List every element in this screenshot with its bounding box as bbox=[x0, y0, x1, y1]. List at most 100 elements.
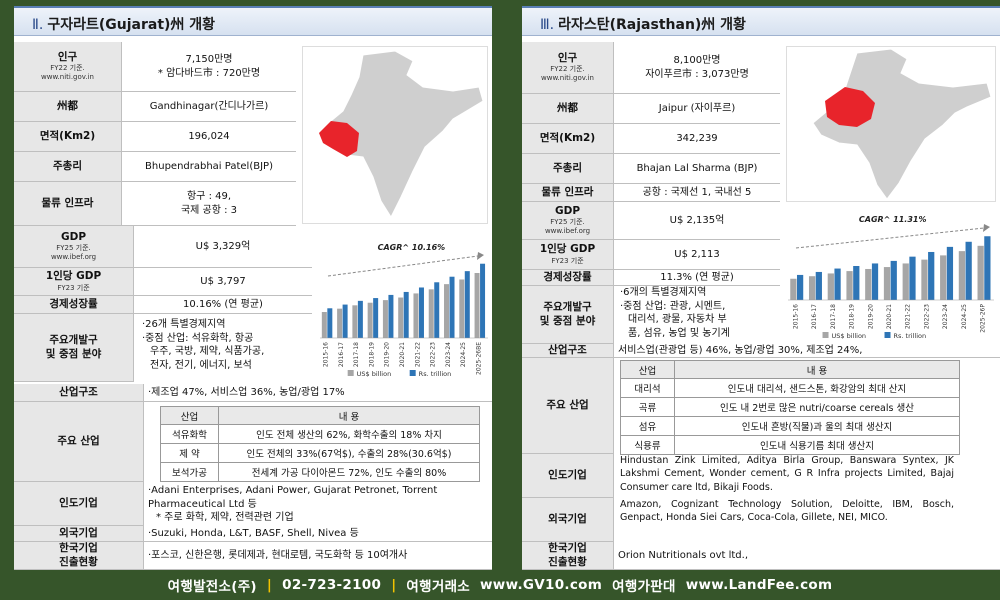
chart-tick-label: 2020-21 bbox=[399, 342, 406, 367]
structure-label: 산업구조 bbox=[522, 344, 614, 358]
chart-bar bbox=[373, 298, 379, 338]
chart-bar bbox=[984, 236, 991, 300]
chart-tick-label: 2022-23 bbox=[430, 342, 437, 367]
chart-bar bbox=[827, 273, 834, 300]
chart-bar bbox=[449, 276, 455, 338]
zones-label: 주요개발구 및 중점 분야 bbox=[14, 314, 134, 382]
chart-tick-label: 2023-24 bbox=[942, 304, 949, 329]
capital-value: Jaipur (자이푸르) bbox=[614, 94, 780, 124]
chart-tick-label: 2024-25 bbox=[961, 304, 968, 329]
chart-bar bbox=[459, 279, 465, 338]
capital-value: Gandhinagar(간디나가르) bbox=[122, 92, 296, 122]
industry-label: 주요 산업 bbox=[14, 402, 144, 482]
table-row: 대리석 인도내 대리석, 샌드스톤, 화강암의 최대 산지 bbox=[620, 378, 960, 398]
chart-tick-label: 2015-16 bbox=[323, 342, 330, 367]
structure-label: 산업구조 bbox=[14, 384, 144, 402]
chart-tick-label: 2019-20 bbox=[867, 304, 874, 329]
industry-head-desc: 내 용 bbox=[218, 406, 480, 425]
chart-bar bbox=[388, 294, 394, 338]
chart-bar bbox=[398, 297, 404, 338]
rajasthan-map bbox=[786, 46, 996, 202]
area-label: 면적(Km2) bbox=[14, 122, 122, 152]
chart-bar bbox=[853, 266, 860, 300]
logistics-label: 물류 인프라 bbox=[14, 182, 122, 226]
logistics-value: 항구 : 49, 국제 공항 : 3 bbox=[122, 182, 296, 226]
korean-companies-label: 한국기업 진출현황 bbox=[14, 542, 144, 570]
korean-companies-value: Orion Nutritionals ovt ltd., bbox=[614, 542, 1000, 570]
chart-tick-label: 2022-23 bbox=[923, 304, 930, 329]
rajasthan-title: Ⅲ. 라자스탄(Rajasthan)州 개황 bbox=[522, 6, 1000, 36]
chart-tick-label: 2018-19 bbox=[849, 304, 856, 329]
indian-companies-label: 인도기업 bbox=[14, 482, 144, 526]
chart-bar bbox=[890, 260, 897, 300]
chart-tick-label: 2021-22 bbox=[414, 342, 421, 367]
chart-legend-label: US$ billion bbox=[832, 332, 867, 340]
growth-label: 경제성장률 bbox=[522, 270, 614, 286]
footer-agency: 여행거래소 bbox=[406, 579, 471, 595]
chart-title: CAGR^ 11.31% bbox=[859, 215, 927, 224]
chart-bar bbox=[367, 302, 373, 338]
chart-bar bbox=[357, 300, 363, 338]
cm-label: 주총리 bbox=[522, 154, 614, 184]
chart-bar bbox=[921, 259, 928, 300]
chart-bar bbox=[418, 287, 424, 338]
growth-value: 10.16% (연 평균) bbox=[134, 296, 312, 314]
indian-companies-value: Hindustan Zink Limited, Aditya Birla Gro… bbox=[620, 455, 954, 493]
chart-bar bbox=[871, 263, 879, 300]
zones-value: ·26개 특별경제지역 ·중점 산업: 석유화학, 항공 우주, 국방, 제약,… bbox=[142, 319, 265, 371]
footer-divider: | bbox=[391, 577, 397, 593]
table-row: 제 약 인도 전체의 33%(67억$), 수출의 28%(30.6억$) bbox=[160, 443, 480, 463]
zones-label: 주요개발구 및 중점 분야 bbox=[522, 286, 614, 344]
chart-bar bbox=[834, 268, 841, 300]
indian-companies-label: 인도기업 bbox=[522, 454, 614, 498]
chart-bar bbox=[321, 312, 327, 338]
gdppc-value: U$ 3,797 bbox=[134, 268, 312, 296]
korean-companies-value: ·포스코, 신한은행, 롯데제과, 현대로템, 국도화학 등 10여개사 bbox=[144, 542, 492, 570]
cm-value: Bhupendrabhai Patel(BJP) bbox=[122, 152, 296, 182]
chart-legend-swatch bbox=[409, 370, 416, 376]
chart-trend-arrow bbox=[327, 255, 479, 277]
chart-tick-label: 2017-18 bbox=[353, 342, 360, 367]
gdppc-label: 1인당 GDP FY23 기준 bbox=[522, 240, 614, 270]
chart-tick-label: 2016-17 bbox=[338, 342, 345, 367]
chart-bar bbox=[413, 293, 419, 338]
foreign-companies-value: ·Suzuki, Honda, L&T, BASF, Shell, Nivea … bbox=[144, 526, 492, 542]
footer-site1[interactable]: www.GV10.com bbox=[480, 577, 602, 593]
table-row: 보석가공 전세계 가공 다이아몬드 72%, 인도 수출의 80% bbox=[160, 462, 480, 482]
growth-label: 경제성장률 bbox=[14, 296, 134, 314]
chart-bar bbox=[327, 308, 333, 338]
chart-tick-label: 2018-19 bbox=[368, 342, 375, 367]
chart-bar bbox=[883, 267, 891, 300]
industry-head-desc: 내 용 bbox=[674, 360, 960, 379]
foreign-companies-label: 외국기업 bbox=[14, 526, 144, 542]
chart-bar bbox=[865, 268, 872, 300]
chart-bar bbox=[444, 284, 450, 338]
chart-title: CAGR^ 10.16% bbox=[378, 243, 446, 252]
chart-tick-label: 2015-16 bbox=[792, 304, 799, 329]
population-label: 인구 FY22 기준. www.niti.gov.in bbox=[522, 42, 614, 94]
chart-bar bbox=[977, 245, 984, 300]
chart-bar bbox=[796, 274, 804, 300]
footer-phone: 02-723-2100 bbox=[282, 577, 382, 593]
chart-bar bbox=[965, 241, 972, 300]
chart-bar bbox=[909, 256, 916, 300]
chart-bar bbox=[382, 300, 388, 338]
korean-companies-label: 한국기업 진출현황 bbox=[522, 542, 614, 570]
foreign-companies-label: 외국기업 bbox=[522, 498, 614, 542]
logistics-value: 공항 : 국제선 1, 국내선 5 bbox=[614, 184, 780, 202]
chart-tick-label: 2020-21 bbox=[886, 304, 893, 329]
industry-head-name: 산업 bbox=[620, 360, 675, 379]
chart-bar bbox=[342, 304, 348, 338]
gdppc-label: 1인당 GDP FY23 기준 bbox=[14, 268, 134, 296]
rajasthan-industry-table: 산업 내 용 대리석 인도내 대리석, 샌드스톤, 화강암의 최대 산지 곡류 … bbox=[620, 360, 960, 455]
gujarat-sheet: Ⅱ. 구자라트(Gujarat)州 개황 인구 FY22 기준. www.niti… bbox=[14, 6, 492, 570]
chart-bar bbox=[928, 251, 935, 300]
gujarat-gdp-chart: CAGR^ 10.16% 2015-16 2016-17 2017-18 2018-19… bbox=[316, 234, 492, 382]
capital-label: 州都 bbox=[14, 92, 122, 122]
footer-site2[interactable]: www.LandFee.com bbox=[686, 577, 833, 593]
zones-value: ·6개의 특별경제지역 ·중점 산업: 관광, 시멘트, 대리석, 광물, 자동… bbox=[620, 287, 730, 339]
cm-value: Bhajan Lal Sharma (BJP) bbox=[614, 154, 780, 184]
chart-trend-arrowhead bbox=[983, 224, 990, 232]
gdp-label: GDP FY25 기준. www.ibef.org bbox=[14, 226, 134, 268]
chart-bar bbox=[808, 276, 816, 300]
